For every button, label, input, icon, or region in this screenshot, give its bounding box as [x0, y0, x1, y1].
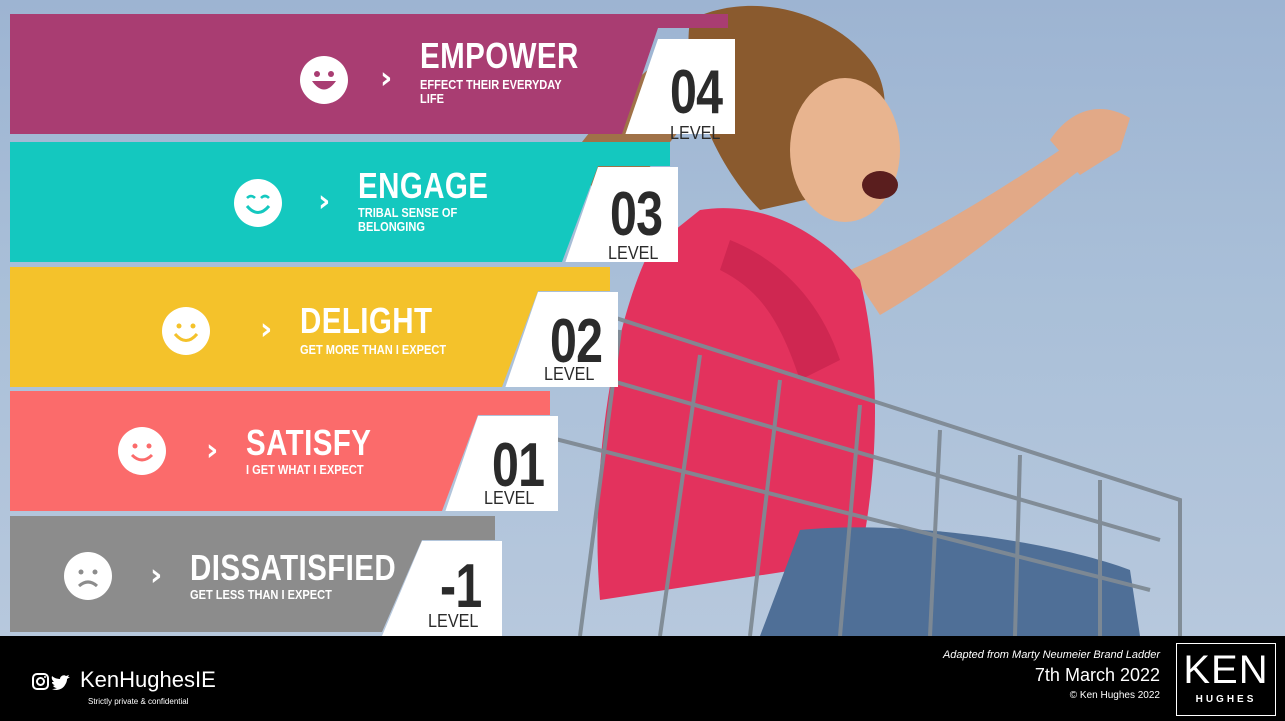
source-credit: Adapted from Marty Neumeier Brand Ladder: [942, 649, 1160, 661]
level-label: LEVEL: [484, 488, 535, 508]
level-label: LEVEL: [670, 123, 721, 143]
level-title: SATISFY: [246, 422, 372, 463]
level-label: LEVEL: [428, 611, 479, 631]
band-shape: [10, 142, 678, 262]
level-label: LEVEL: [544, 364, 595, 384]
ken-hughes-logo: KEN HUGHES: [1176, 643, 1276, 716]
content-face-icon: [234, 179, 282, 227]
chevron-right-icon: ›: [318, 184, 331, 219]
social-icons: [32, 672, 72, 692]
logo-surname: HUGHES: [1195, 694, 1257, 705]
band-shape: [10, 14, 735, 134]
level-band-satisfy: › SATISFY I GET WHAT I EXPECT 01 LEVEL: [10, 391, 560, 511]
level-number: 04: [670, 58, 723, 127]
smile-face-icon: [162, 307, 210, 355]
level-subtitle-line1: GET LESS THAN I EXPECT: [190, 587, 332, 602]
instagram-icon: [32, 673, 49, 690]
slide: › EMPOWER EFFECT THEIR EVERYDAY LIFE 04 …: [0, 0, 1285, 721]
level-title: EMPOWER: [420, 35, 579, 76]
chevron-right-icon: ›: [206, 433, 219, 468]
level-band-delight: › DELIGHT GET MORE THAN I EXPECT 02 LEVE…: [10, 267, 620, 387]
level-band-engage: › ENGAGE TRIBAL SENSE OF BELONGING 03 LE…: [10, 142, 680, 262]
chevron-right-icon: ›: [150, 558, 163, 593]
level-subtitle-line1: GET MORE THAN I EXPECT: [300, 342, 447, 357]
logo-name: KEN: [1183, 648, 1269, 692]
level-subtitle-line2: LIFE: [420, 91, 444, 106]
level-subtitle-line1: I GET WHAT I EXPECT: [246, 462, 364, 477]
very-happy-face-icon: [300, 56, 348, 104]
level-number: 03: [610, 180, 663, 249]
social-handle: KenHughesIE: [80, 667, 216, 692]
level-label: LEVEL: [608, 243, 659, 263]
level-number: -1: [440, 552, 482, 621]
chevron-right-icon: ›: [380, 61, 393, 96]
level-subtitle-line1: EFFECT THEIR EVERYDAY: [420, 77, 562, 92]
level-title: ENGAGE: [358, 165, 489, 206]
level-band-empower: › EMPOWER EFFECT THEIR EVERYDAY LIFE 04 …: [10, 14, 735, 142]
sad-face-icon: [64, 552, 112, 600]
smile-face-icon: [118, 427, 166, 475]
copyright-note: © Ken Hughes 2022: [1069, 690, 1160, 701]
level-title: DISSATISFIED: [190, 547, 397, 588]
level-band-dissatisfied: › DISSATISFIED GET LESS THAN I EXPECT -1…: [10, 516, 505, 636]
chevron-right-icon: ›: [260, 312, 273, 347]
level-title: DELIGHT: [300, 300, 433, 341]
confidential-note: Strictly private & confidential: [88, 697, 189, 706]
twitter-icon: [51, 675, 70, 690]
level-subtitle-line2: BELONGING: [358, 219, 425, 234]
level-subtitle-line1: TRIBAL SENSE OF: [358, 205, 458, 220]
presentation-date: 7th March 2022: [1034, 665, 1160, 685]
